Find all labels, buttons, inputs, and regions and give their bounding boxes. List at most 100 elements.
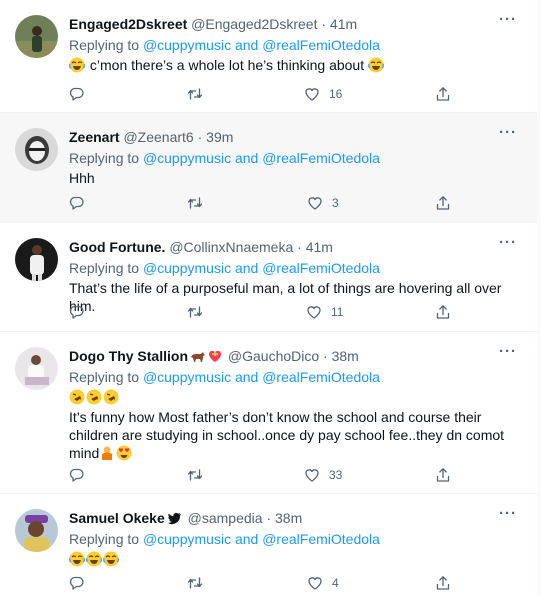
timestamp[interactable]: 39m (206, 129, 233, 145)
user-handle[interactable]: @GauchoDico (228, 348, 319, 364)
mention-and[interactable]: and (235, 369, 258, 385)
person-gesturing-icon (102, 446, 113, 460)
reply-button[interactable] (69, 84, 94, 104)
emoji-row (69, 388, 524, 408)
mention-and[interactable]: and (235, 150, 258, 166)
tears-of-joy-icon (103, 551, 119, 567)
replying-to: Replying to @cuppymusic and @realFemiOte… (69, 530, 380, 548)
mention-and[interactable]: and (235, 37, 258, 53)
retweet-icon (187, 469, 203, 481)
tears-of-joy-icon (368, 57, 384, 73)
more-icon[interactable]: ··· (498, 506, 518, 526)
timestamp[interactable]: 38m (275, 510, 302, 526)
tweet-actions: 3 (69, 193, 469, 213)
replying-to-label: Replying to (69, 531, 140, 547)
like-count: 16 (329, 87, 343, 101)
timestamp[interactable]: 41m (306, 239, 333, 255)
mention-link[interactable]: @realFemiOtedola (262, 37, 380, 53)
reply-icon (69, 305, 84, 319)
tweet-actions: 4 (69, 573, 469, 593)
replying-to-label: Replying to (69, 37, 140, 53)
heart-eyes-icon (116, 445, 132, 461)
mention-link[interactable]: @cuppymusic (143, 531, 231, 547)
like-count: 4 (332, 576, 339, 590)
tweet-header: Good Fortune. @CollinxNnaemeka · 41m (69, 239, 333, 255)
retweet-button[interactable] (187, 573, 212, 593)
mention-link[interactable]: @realFemiOtedola (262, 531, 380, 547)
avatar[interactable] (15, 15, 58, 58)
display-name[interactable]: Zeenart (69, 129, 120, 145)
share-button[interactable] (435, 302, 451, 322)
retweet-button[interactable] (187, 84, 212, 104)
reply-icon (69, 576, 84, 590)
tweet-actions: 33 (69, 465, 469, 485)
display-name[interactable]: Dogo Thy Stallion (69, 348, 188, 364)
mention-link[interactable]: @cuppymusic (143, 37, 231, 53)
share-button[interactable] (435, 573, 451, 593)
more-icon[interactable]: ··· (498, 125, 518, 145)
user-handle[interactable]: @Zeenart6 (123, 129, 193, 145)
tweet-samuel-okeke[interactable]: Samuel Okeke @sampedia · 38m ··· Replyin… (0, 494, 538, 595)
like-button[interactable]: 4 (307, 573, 339, 593)
mention-link[interactable]: @realFemiOtedola (262, 369, 380, 385)
user-handle[interactable]: @sampedia (188, 510, 263, 526)
replying-to: Replying to @cuppymusic and @realFemiOte… (69, 36, 380, 54)
timestamp[interactable]: 38m (332, 348, 359, 364)
timestamp[interactable]: 41m (330, 16, 357, 32)
display-name[interactable]: Samuel Okeke (69, 510, 165, 526)
heart-icon (307, 306, 321, 319)
reply-button[interactable] (69, 465, 94, 485)
mention-link[interactable]: @cuppymusic (143, 260, 231, 276)
reply-icon (69, 196, 84, 210)
reply-button[interactable] (69, 573, 94, 593)
mention-and[interactable]: and (235, 260, 258, 276)
share-icon (436, 468, 450, 482)
retweet-button[interactable] (187, 302, 212, 322)
mention-link[interactable]: @realFemiOtedola (262, 150, 380, 166)
avatar[interactable] (15, 347, 58, 390)
reply-icon (69, 468, 84, 482)
tweet-body: c’mon there’s a whole lot he’s thinking … (89, 57, 365, 73)
mention-link[interactable]: @cuppymusic (143, 150, 231, 166)
tweet-body: It’s funny how Most father’s don’t know … (69, 409, 505, 461)
tweet-good-fortune[interactable]: Good Fortune. @CollinxNnaemeka · 41m ···… (0, 223, 538, 332)
avatar[interactable] (15, 128, 58, 171)
replying-to-label: Replying to (69, 150, 140, 166)
display-name[interactable]: Engaged2Dskreet (69, 16, 187, 32)
display-name[interactable]: Good Fortune. (69, 239, 165, 255)
tweet-dogo-thy-stallion[interactable]: Dogo Thy Stallion @GauchoDico · 38m ··· … (0, 332, 538, 494)
retweet-button[interactable] (187, 193, 212, 213)
tweet-text: It’s funny how Most father’s don’t know … (69, 388, 524, 462)
avatar[interactable] (15, 238, 58, 281)
more-icon[interactable]: ··· (498, 344, 518, 364)
tweet-zeenart[interactable]: Zeenart @Zeenart6 · 39m ··· Replying to … (0, 113, 538, 223)
share-button[interactable] (435, 84, 451, 104)
like-button[interactable]: 11 (306, 302, 343, 322)
tweet-body: Hhh (69, 170, 95, 186)
rofl-icon (86, 389, 102, 405)
user-handle[interactable]: @CollinxNnaemeka (169, 239, 293, 255)
reply-button[interactable] (69, 193, 94, 213)
tweet-engaged2dskreet[interactable]: Engaged2Dskreet @Engaged2Dskreet · 41m ·… (0, 0, 538, 113)
more-icon[interactable]: ··· (498, 235, 518, 255)
like-count: 3 (332, 196, 339, 210)
like-button[interactable]: 16 (304, 84, 342, 104)
mention-link[interactable]: @cuppymusic (143, 369, 231, 385)
share-button[interactable] (435, 193, 451, 213)
avatar[interactable] (15, 509, 58, 552)
tears-of-joy-icon (69, 551, 85, 567)
like-button[interactable]: 3 (307, 193, 339, 213)
reply-button[interactable] (69, 302, 94, 322)
mention-link[interactable]: @realFemiOtedola (262, 260, 380, 276)
mention-and[interactable]: and (235, 531, 258, 547)
rofl-icon (103, 389, 119, 405)
tweet-header: Dogo Thy Stallion @GauchoDico · 38m (69, 348, 359, 364)
user-handle[interactable]: @Engaged2Dskreet (191, 16, 317, 32)
replying-to-label: Replying to (69, 369, 140, 385)
like-button[interactable]: 33 (304, 465, 342, 485)
more-icon[interactable]: ··· (498, 12, 518, 32)
retweet-button[interactable] (187, 465, 212, 485)
bird-icon (167, 512, 181, 525)
heart-icon (308, 577, 322, 590)
share-button[interactable] (435, 465, 451, 485)
